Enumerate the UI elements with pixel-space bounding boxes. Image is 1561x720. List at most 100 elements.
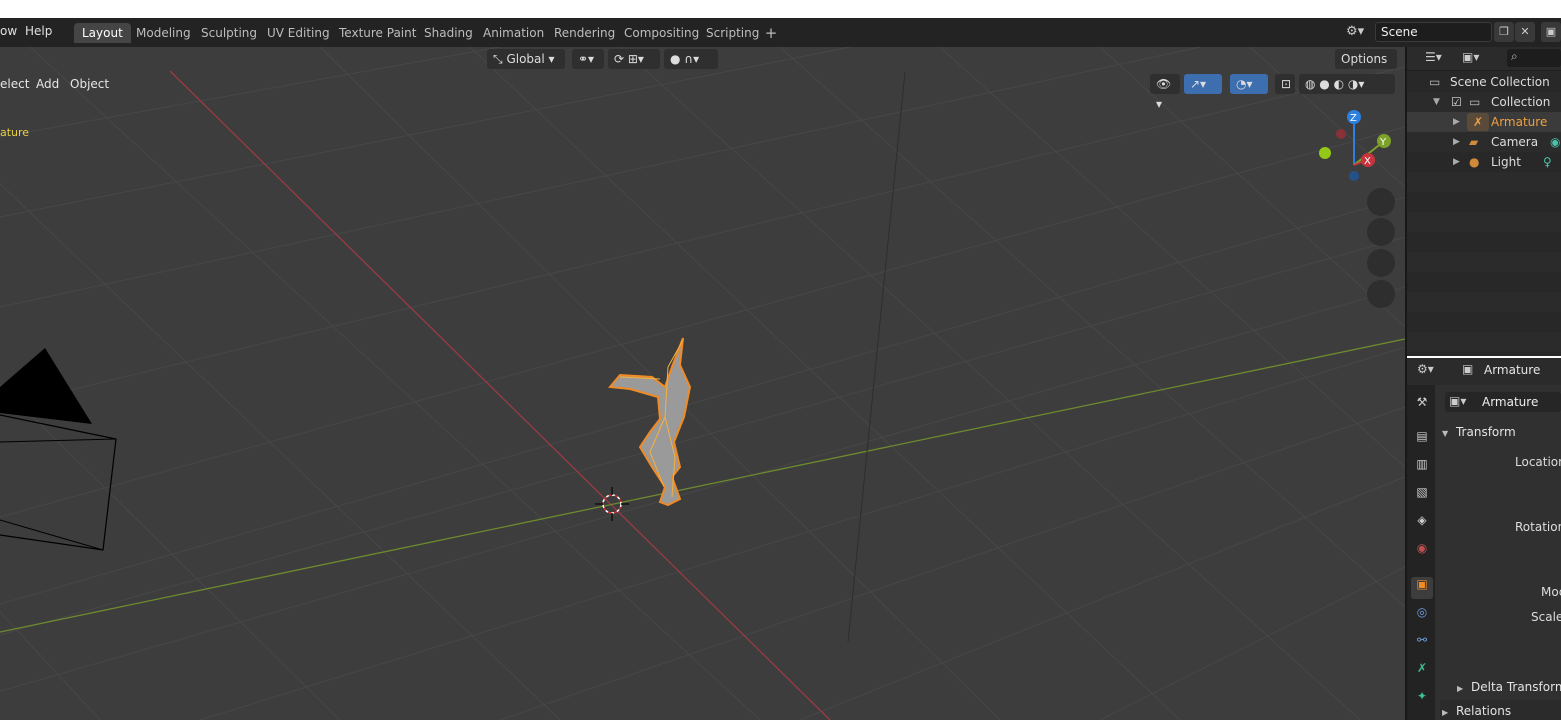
outliner-empty-row (1407, 212, 1561, 232)
light-label: Light (1491, 155, 1521, 169)
orientation-dropdown[interactable]: ⤡ Global ▾ (487, 49, 565, 69)
object-menu[interactable]: Object (70, 77, 109, 91)
scene-collection-label: Scene Collection (1450, 75, 1550, 89)
properties-header: ⚙▾ ▣ Armature (1407, 358, 1561, 385)
pivot-point-dropdown[interactable]: ⚭▾ (572, 49, 604, 69)
outliner-search-icon[interactable]: ⌕ (1507, 49, 1561, 67)
collection-row[interactable]: ▼ ☑ ▭ Collection (1407, 92, 1561, 112)
outliner-empty-row (1407, 252, 1561, 272)
expand-collection-icon[interactable]: ▼ (1433, 92, 1440, 112)
scene-name-field[interactable]: Scene (1375, 22, 1492, 42)
light-data-icon[interactable]: ♀ (1543, 152, 1552, 172)
tab-compositing[interactable]: Compositing (616, 23, 707, 43)
scale-label: Scale (1531, 610, 1561, 624)
properties-object-name: Armature (1484, 363, 1541, 377)
armature-label: Armature (1491, 115, 1548, 129)
collapse-transform-icon: ▼ (1442, 429, 1449, 438)
expand-camera-icon[interactable]: ▶ (1453, 132, 1460, 152)
properties-tabs: ⚒ ▤ ▥ ▧ ◈ ◉ ▣ ◎ ⚯ ✗ ✦ (1407, 385, 1435, 720)
outliner-empty-row (1407, 292, 1561, 312)
tab-animation[interactable]: Animation (475, 23, 552, 43)
armature-figure (608, 337, 692, 507)
tab-uv-editing[interactable]: UV Editing (259, 23, 338, 43)
expand-light-icon[interactable]: ▶ (1453, 152, 1460, 172)
options-dropdown[interactable]: Options ▾ (1335, 49, 1397, 86)
shading-mode-buttons[interactable]: ◍ ● ◐ ◑▾ (1299, 74, 1395, 94)
armature-data-tab-icon[interactable]: ✗ (1411, 661, 1433, 683)
object-type-icon: ▣ (1462, 362, 1474, 376)
world-tab-icon[interactable]: ◉ (1411, 541, 1433, 563)
help-menu[interactable]: Help (25, 24, 52, 38)
add-menu[interactable]: Add (36, 77, 59, 91)
expand-relations-icon: ▶ (1442, 708, 1449, 717)
orientation-icon: ⤡ (493, 52, 503, 66)
outliner-item-light[interactable]: ▶ ● Light ♀ (1407, 152, 1561, 172)
object-tab-icon[interactable]: ▣ (1411, 577, 1433, 599)
outliner-item-camera[interactable]: ▶ ▰ Camera ◉ (1407, 132, 1561, 152)
output-tab-icon[interactable]: ▥ (1411, 457, 1433, 479)
pan-hand-icon[interactable] (1367, 218, 1395, 246)
camera-view-icon[interactable] (1367, 249, 1395, 277)
properties-panel: ⚙▾ ▣ Armature ⚒ ▤ ▥ ▧ ◈ ◉ ▣ ◎ ⚯ ✗ ✦ ▣▾ A… (1407, 358, 1561, 720)
ortho-grid-icon[interactable] (1367, 280, 1395, 308)
proportional-edit-dropdown[interactable]: ● ∩▾ (664, 49, 718, 69)
snap-dropdown[interactable]: ⟳ ⊞▾ (608, 49, 660, 69)
tab-texture-paint[interactable]: Texture Paint (331, 23, 424, 43)
tab-rendering[interactable]: Rendering (546, 23, 623, 43)
view-layer-icon[interactable]: ▣ (1541, 22, 1561, 42)
location-label: Location (1515, 455, 1561, 469)
tab-sculpting[interactable]: Sculpting (193, 23, 265, 43)
new-scene-icon[interactable]: ❐ (1494, 22, 1514, 42)
scene-collection-icon: ▭ (1429, 75, 1441, 89)
window-menu[interactable]: ow (0, 24, 17, 38)
scene-collection-row[interactable]: ▭ Scene Collection (1407, 72, 1561, 92)
outliner-header: ☰▾ ▣▾ ⌕ (1407, 47, 1561, 71)
tab-layout[interactable]: Layout (74, 23, 131, 43)
xray-toggle-icon[interactable]: ⊡ (1275, 74, 1295, 94)
editor-type-icon[interactable]: ⚙▾ (1417, 362, 1434, 376)
select-menu[interactable]: elect (0, 77, 29, 91)
relations-label: Relations (1455, 704, 1512, 718)
constraints-tab-icon[interactable]: ⚯ (1411, 633, 1433, 655)
filter-icon[interactable]: ▣▾ (1462, 50, 1479, 64)
scene-selector-icon[interactable]: ⚙▾ (1346, 22, 1374, 42)
delta-transform-label: Delta Transform (1470, 680, 1561, 694)
transform-label: Transform (1455, 425, 1516, 439)
3d-viewport[interactable]: Z Y X ⤡ Global ▾ ⚭▾ ⟳ ⊞▾ ● ∩▾ Options ▾ … (0, 47, 1405, 720)
rotation-mode-label: Moc (1541, 585, 1561, 599)
collection-checkbox-icon[interactable]: ☑ (1451, 92, 1462, 112)
gizmo-x-label: X (1364, 156, 1371, 167)
bone-tab-icon[interactable]: ✦ (1411, 689, 1433, 711)
visibility-dropdown[interactable]: 👁▾ (1150, 74, 1180, 111)
tab-shading[interactable]: Shading (416, 23, 481, 43)
render-tab-icon[interactable]: ▤ (1411, 429, 1433, 451)
view-layer-tab-icon[interactable]: ▧ (1411, 485, 1433, 507)
camera-triangle (0, 348, 92, 424)
add-workspace-icon[interactable]: + (763, 23, 779, 43)
physics-tab-icon[interactable]: ◎ (1411, 605, 1433, 627)
overlay-toggle-icon[interactable]: ◔▾ (1230, 74, 1268, 94)
object-name-field[interactable]: ▣▾ Armature (1445, 392, 1561, 412)
delete-scene-icon[interactable]: ✕ (1515, 22, 1535, 42)
camera-icon: ▰ (1469, 135, 1479, 149)
transform-section-header[interactable]: ▼ Transform (1440, 421, 1561, 443)
gizmo-toggle-icon[interactable]: ↗▾ (1184, 74, 1222, 94)
top-bar: ow Help Layout Modeling Sculpting UV Edi… (0, 18, 1561, 47)
delta-transform-section[interactable]: ▶ Delta Transform (1457, 676, 1561, 698)
tab-modeling[interactable]: Modeling (128, 23, 199, 43)
relations-section-header[interactable]: ▶ Relations (1440, 700, 1561, 720)
tool-tab-icon[interactable]: ⚒ (1411, 395, 1433, 417)
expand-armature-icon[interactable]: ▶ (1453, 112, 1460, 132)
rotation-label: Rotation (1515, 520, 1561, 534)
camera-data-icon[interactable]: ◉ (1550, 132, 1560, 152)
display-mode-icon[interactable]: ☰▾ (1425, 50, 1442, 64)
zoom-icon[interactable] (1367, 188, 1395, 216)
outliner-item-armature[interactable]: ▶ ✗ Armature (1407, 112, 1561, 132)
collection-label: Collection (1491, 95, 1551, 109)
active-object-label: ature (0, 126, 30, 139)
tab-scripting[interactable]: Scripting (698, 23, 767, 43)
object-datablock-icon: ▣▾ (1449, 394, 1467, 408)
light-icon: ● (1469, 155, 1480, 169)
scene-tab-icon[interactable]: ◈ (1411, 513, 1433, 535)
object-name-value: Armature (1482, 395, 1539, 409)
